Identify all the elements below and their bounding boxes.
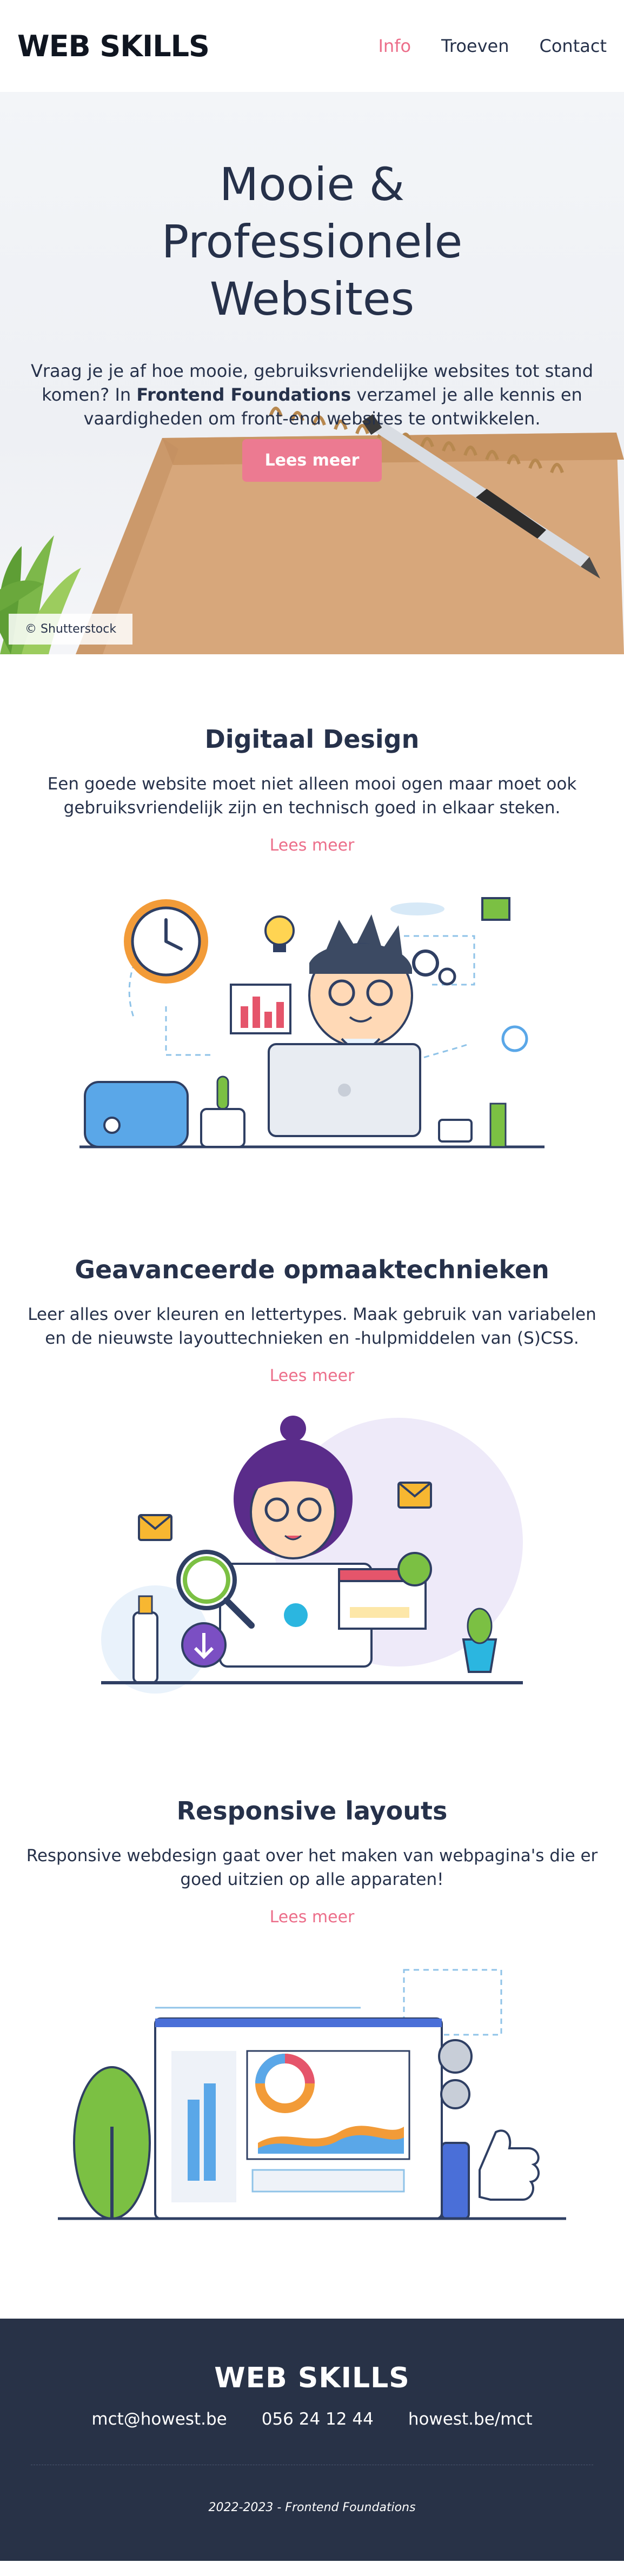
hero-section: Mooie & Professionele Websites Vraag je … — [0, 92, 624, 654]
feature-read-more-link[interactable]: Lees meer — [270, 836, 355, 855]
feature-text: Responsive webdesign gaat over het maken… — [26, 1846, 598, 1889]
responsive-illustration — [58, 1969, 566, 2220]
hero-read-more-button[interactable]: Lees meer — [242, 439, 382, 482]
footer-phone-link[interactable]: 056 24 12 44 — [262, 2409, 374, 2429]
feature-title: Geavanceerde opmaaktechnieken — [75, 1255, 549, 1284]
nav-link-contact[interactable]: Contact — [540, 36, 607, 56]
nav-link-info[interactable]: Info — [378, 36, 411, 56]
site-footer: WEB SKILLS mct@howest.be 056 24 12 44 ho… — [0, 2319, 624, 2561]
developer-illustration — [101, 1416, 523, 1694]
feature-text: Een goede website moet niet alleen mooi … — [47, 774, 577, 818]
footer-site-link[interactable]: howest.be/mct — [408, 2409, 533, 2429]
feature-opmaaktechnieken: Geavanceerde opmaaktechnieken Leer alles… — [0, 1179, 624, 1721]
hero-text: Vraag je je af hoe mooie, gebruiksvriend… — [20, 359, 604, 430]
feature-digitaal-design: Digitaal Design Een goede website moet n… — [0, 654, 624, 1179]
site-logo[interactable]: WEB SKILLS — [17, 29, 210, 63]
footer-logo: WEB SKILLS — [214, 2362, 410, 2394]
nav-link-troeven[interactable]: Troeven — [441, 36, 509, 56]
footer-contact-links: mct@howest.be 056 24 12 44 howest.be/mct — [0, 2409, 624, 2429]
feature-text: Leer alles over kleuren en lettertypes. … — [28, 1305, 596, 1348]
site-header: WEB SKILLS Info Troeven Contact — [0, 0, 624, 92]
feature-responsive-layouts: Responsive layouts Responsive webdesign … — [0, 1721, 624, 2251]
footer-email-link[interactable]: mct@howest.be — [91, 2409, 227, 2429]
designer-illustration — [79, 897, 545, 1148]
copyright-text: 2022-2023 - Frontend Foundations — [208, 2501, 416, 2514]
feature-title: Digitaal Design — [204, 725, 420, 754]
hero-content: Mooie & Professionele Websites Vraag je … — [0, 92, 624, 482]
main-nav: Info Troeven Contact — [378, 36, 607, 56]
hero-title: Mooie & Professionele Websites — [161, 158, 463, 326]
feature-read-more-link[interactable]: Lees meer — [270, 1366, 355, 1385]
image-credit: © Shutterstock — [9, 614, 133, 645]
hero-text-bold: Frontend Foundations — [136, 384, 351, 405]
feature-read-more-link[interactable]: Lees meer — [270, 1908, 355, 1927]
feature-title: Responsive layouts — [176, 1796, 448, 1825]
